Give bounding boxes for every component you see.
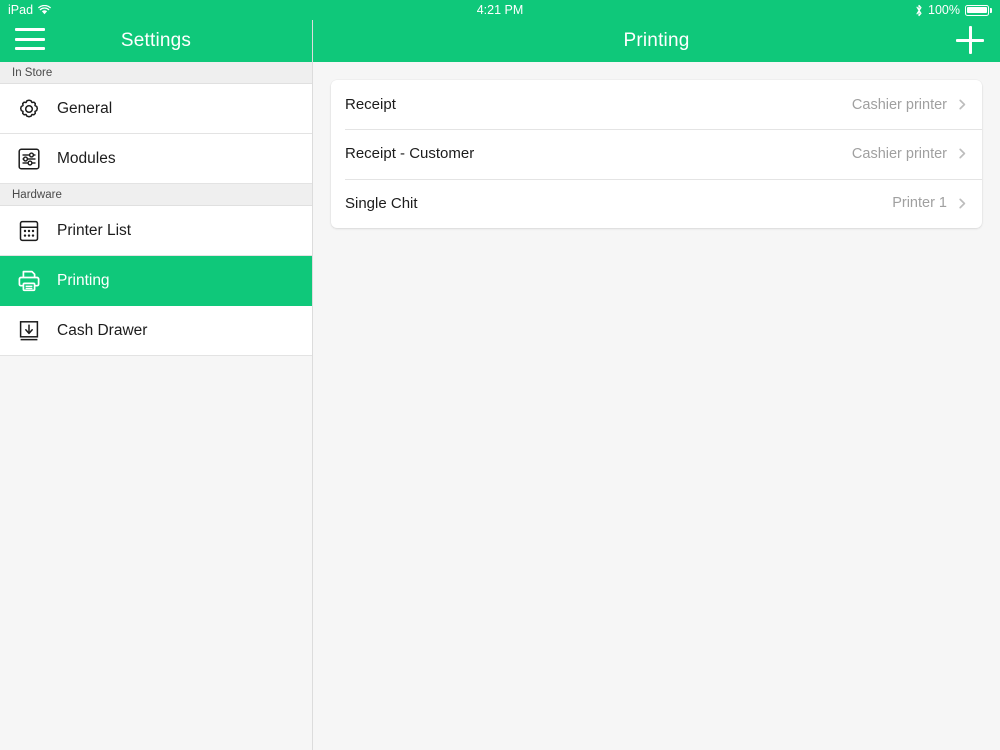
printer-icon [14, 266, 44, 296]
plus-icon[interactable] [956, 26, 984, 54]
printer-list-icon [14, 216, 44, 246]
list-item-receipt[interactable]: Receipt Cashier printer [331, 80, 982, 129]
status-bar-right: 100% [915, 0, 992, 20]
sidebar-item-printer-list[interactable]: Printer List [0, 206, 312, 256]
hamburger-menu-icon[interactable] [15, 28, 45, 50]
sidebar-item-modules[interactable]: Modules [0, 134, 312, 184]
sidebar-item-label: Printing [57, 271, 110, 289]
list-item-label: Receipt - Customer [345, 145, 475, 163]
status-bar-time: 4:21 PM [476, 3, 524, 17]
list-item-single-chit[interactable]: Single Chit Printer 1 [331, 178, 982, 228]
sidebar-title: Settings [120, 30, 192, 51]
sidebar-item-general[interactable]: General [0, 84, 312, 134]
list-item-label: Single Chit [345, 194, 418, 212]
main-content: Receipt Cashier printer Receipt - Custom… [313, 62, 1000, 228]
cash-drawer-icon [14, 316, 44, 346]
chevron-right-icon [957, 198, 968, 209]
main-panel: Printing Receipt Cashier printer Receipt… [313, 0, 1000, 750]
chevron-right-icon [957, 99, 968, 110]
list-item-value: Cashier printer [851, 145, 947, 162]
sidebar-item-printing[interactable]: Printing [0, 256, 312, 306]
bluetooth-icon [915, 4, 923, 17]
list-item-value: Printer 1 [892, 195, 947, 212]
list-item-label: Receipt [345, 96, 396, 114]
sidebar: Settings In Store General Modules Hardwa… [0, 0, 313, 750]
list-item-receipt-customer[interactable]: Receipt - Customer Cashier printer [331, 129, 982, 178]
app-root: iPad 4:21 PM 100% Settings In Store Gene… [0, 0, 1000, 750]
sidebar-item-label: Modules [57, 149, 116, 167]
chevron-right-icon [957, 148, 968, 159]
list-item-value: Cashier printer [851, 96, 947, 113]
sidebar-item-label: Printer List [57, 221, 132, 239]
sidebar-section-header-hardware: Hardware [0, 184, 312, 206]
sidebar-item-label: Cash Drawer [57, 321, 148, 339]
battery-full-icon [965, 4, 992, 16]
sidebar-item-cash-drawer[interactable]: Cash Drawer [0, 306, 312, 356]
page-title: Printing [623, 30, 690, 51]
battery-percent-label: 100% [928, 3, 960, 17]
sliders-icon [14, 144, 44, 174]
status-bar: iPad 4:21 PM 100% [0, 0, 1000, 20]
sidebar-section-header-in-store: In Store [0, 62, 312, 84]
gear-icon [14, 94, 44, 124]
sidebar-item-label: General [57, 99, 113, 117]
printing-settings-card: Receipt Cashier printer Receipt - Custom… [331, 80, 982, 228]
